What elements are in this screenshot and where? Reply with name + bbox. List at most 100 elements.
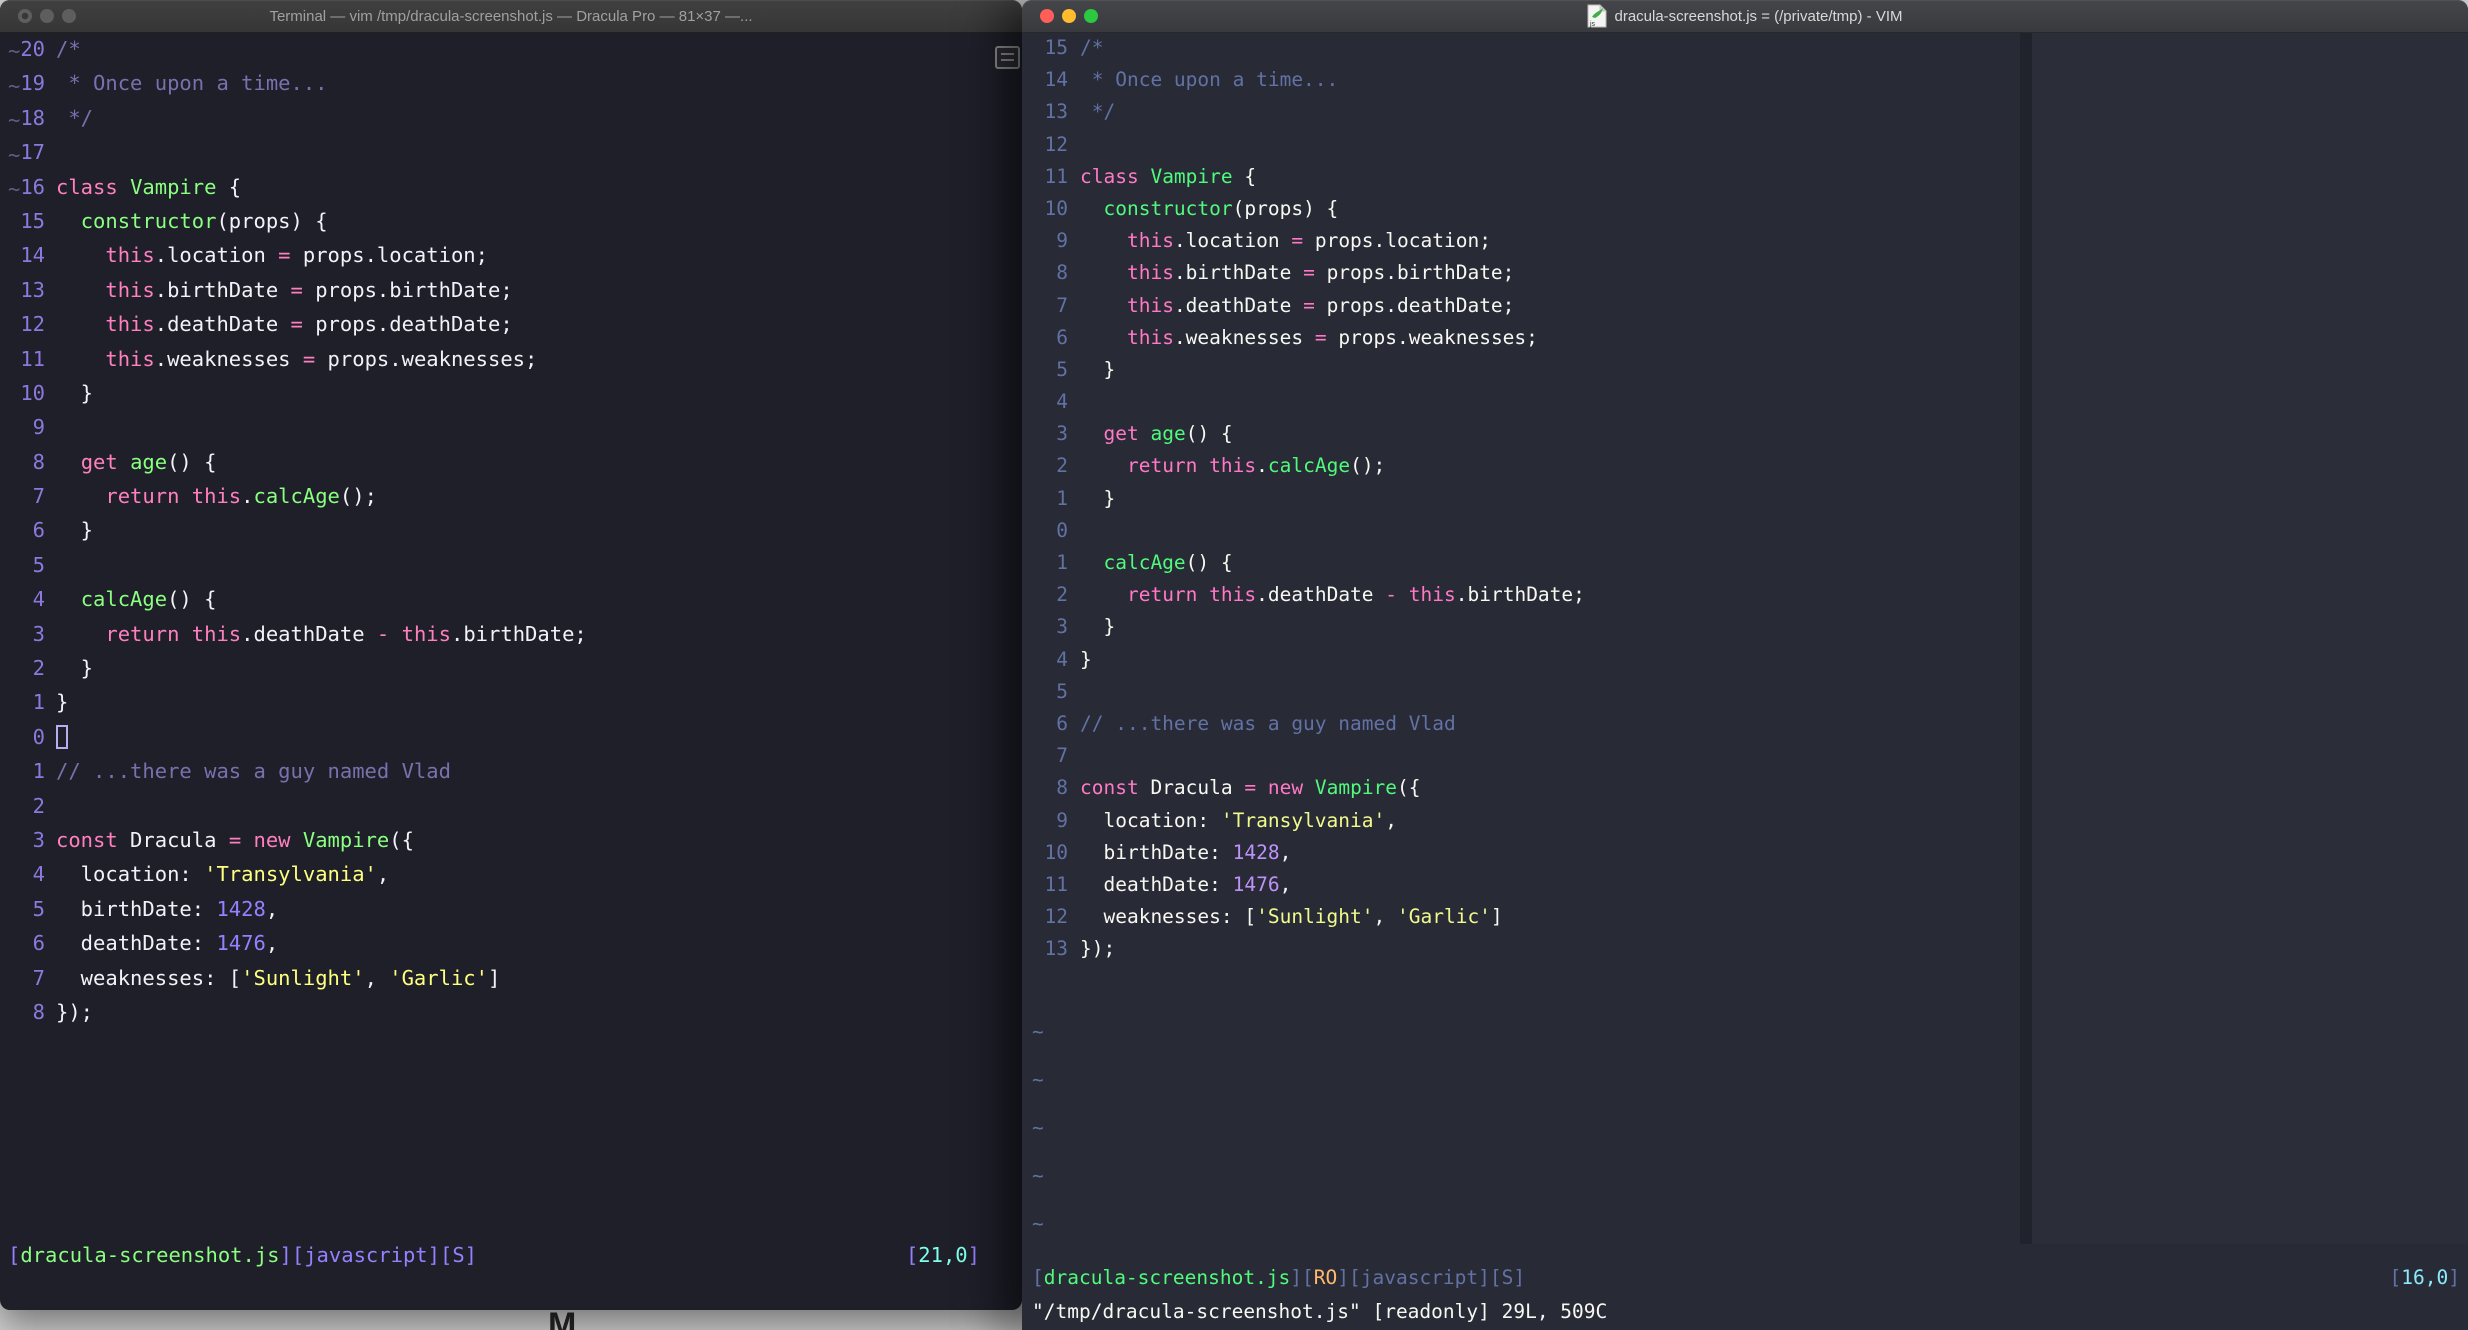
line-number: 15 [1044, 36, 1068, 59]
line-number: 2 [32, 793, 45, 818]
line-number: 1 [32, 690, 45, 715]
line-number: 4 [32, 587, 45, 612]
code-line: 1} [0, 685, 1022, 719]
code-line: 3 } [1022, 611, 2468, 643]
code-line: 2 } [0, 651, 1022, 685]
statusline-cursor-position: [16,0] [2389, 1266, 2460, 1289]
tilde-marker: ~ [1032, 1020, 1044, 1043]
vim-statusline-left: [dracula-screenshot.js][javascript][S] [… [8, 1238, 980, 1272]
zoom-button-icon[interactable] [62, 9, 76, 23]
line-number: 10 [1044, 840, 1068, 864]
code-line: 7 weaknesses: ['Sunlight', 'Garlic'] [0, 961, 1022, 995]
tildes-right: ~ ~ ~ ~ ~ [1022, 1008, 1044, 1248]
code-line: 7 return this.calcAge(); [0, 479, 1022, 513]
terminal-titlebar[interactable]: Terminal — vim /tmp/dracula-screenshot.j… [0, 0, 1022, 33]
line-number: 19 [20, 71, 45, 96]
code-area-left[interactable]: 20/* 19 * Once upon a time... 18 */17 16 cla… [0, 32, 1022, 1029]
line-number: 14 [20, 243, 45, 268]
code-line: 6 } [0, 513, 1022, 547]
code-line: 10 birthDate: 1428, [1022, 837, 2468, 869]
terminal-window: Terminal — vim /tmp/dracula-screenshot.j… [0, 0, 1022, 1310]
line-number: 9 [1056, 808, 1068, 832]
code-line: 18 */ [0, 101, 1022, 135]
code-line: 9 [0, 410, 1022, 444]
code-line: 1 calcAge() { [1022, 547, 2468, 579]
code-line: 14 this.location = props.location; [0, 238, 1022, 272]
macvim-window: js dracula-screenshot.js = (/private/tmp… [1022, 0, 2468, 1330]
line-number: 6 [1056, 711, 1068, 735]
close-button-icon[interactable] [1040, 9, 1054, 23]
line-number: 13 [1044, 937, 1068, 961]
code-line: 10 constructor(props) { [1022, 193, 2468, 225]
statusline-cursor-position: [21,0] [905, 1243, 980, 1267]
line-number: 4 [32, 862, 45, 887]
minimize-button-icon[interactable] [1062, 9, 1076, 23]
code-line: 6 this.weaknesses = props.weaknesses; [1022, 322, 2468, 354]
vim-cursor [56, 724, 68, 749]
line-number: 15 [20, 208, 45, 233]
line-number: 5 [32, 552, 45, 577]
line-number: 5 [1056, 357, 1068, 381]
line-number: 18 [20, 105, 45, 130]
line-number: 12 [20, 312, 45, 337]
code-line: 5 [1022, 676, 2468, 708]
line-number: 5 [1056, 679, 1068, 703]
vim-statusline-right: [dracula-screenshot.js][RO][javascript][… [1032, 1262, 2460, 1294]
code-line: 0 [0, 720, 1022, 754]
code-line: 11 class Vampire { [1022, 161, 2468, 193]
code-line: 8 get age() { [0, 445, 1022, 479]
macvim-titlebar[interactable]: js dracula-screenshot.js = (/private/tmp… [1022, 0, 2468, 33]
code-line: 15 constructor(props) { [0, 204, 1022, 238]
line-number: 2 [32, 656, 45, 681]
code-line: 12 weaknesses: ['Sunlight', 'Garlic'] [1022, 901, 2468, 933]
code-line: 15/* [1022, 32, 2468, 64]
line-number: 8 [1056, 261, 1068, 285]
vim-command-line: "/tmp/dracula-screenshot.js" [readonly] … [1032, 1300, 1608, 1323]
line-number: 12 [1044, 132, 1068, 156]
close-button-icon[interactable] [18, 9, 32, 23]
code-line: 6 deathDate: 1476, [0, 926, 1022, 960]
terminal-split-pane-button[interactable] [995, 46, 1020, 69]
code-line: 3 get age() { [1022, 418, 2468, 450]
line-number: 8 [1056, 776, 1068, 800]
code-line: 12 this.deathDate = props.deathDate; [0, 307, 1022, 341]
code-line: 11 this.weaknesses = props.weaknesses; [0, 342, 1022, 376]
line-number: 5 [32, 896, 45, 921]
tilde-marker: ~ [1032, 1116, 1044, 1139]
code-line: 4} [1022, 644, 2468, 676]
statusline-file-info: [dracula-screenshot.js][javascript][S] [8, 1243, 478, 1267]
code-line: 17 [0, 135, 1022, 169]
line-number: 3 [32, 621, 45, 646]
code-area-right[interactable]: 15/* 14 * Once upon a time... 13 */12 11 cla… [1022, 32, 2468, 965]
line-number: 16 [20, 174, 45, 199]
code-line: 5 [0, 548, 1022, 582]
code-line: 9 this.location = props.location; [1022, 225, 2468, 257]
line-number: 14 [1044, 68, 1068, 92]
terminal-window-title: Terminal — vim /tmp/dracula-screenshot.j… [269, 7, 753, 25]
line-number: 9 [32, 415, 45, 440]
code-line: 5 birthDate: 1428, [0, 892, 1022, 926]
line-number: 6 [1056, 325, 1068, 349]
svg-text:js: js [1589, 21, 1596, 28]
macvim-window-title: dracula-screenshot.js = (/private/tmp) -… [1614, 7, 1903, 25]
code-line: 8}); [0, 995, 1022, 1029]
tilde-marker: ~ [1032, 1164, 1044, 1187]
line-number: 10 [1044, 196, 1068, 220]
code-line: 2 [0, 789, 1022, 823]
line-number: 11 [20, 346, 45, 371]
code-line: 2 return this.deathDate - this.birthDate… [1022, 579, 2468, 611]
code-line: 4 calcAge() { [0, 582, 1022, 616]
line-number: 1 [1056, 551, 1068, 574]
code-line: 11 deathDate: 1476, [1022, 869, 2468, 901]
traffic-lights [18, 9, 76, 23]
code-line: 20/* [0, 32, 1022, 66]
line-number: 0 [32, 724, 45, 749]
code-line: 19 * Once upon a time... [0, 66, 1022, 100]
line-number: 6 [32, 931, 45, 956]
line-number: 7 [1056, 744, 1068, 768]
minimize-button-icon[interactable] [40, 9, 54, 23]
zoom-button-icon[interactable] [1084, 9, 1098, 23]
code-line: 3 return this.deathDate - this.birthDate… [0, 617, 1022, 651]
line-number: 1 [1056, 486, 1068, 510]
line-number: 20 [20, 37, 45, 61]
